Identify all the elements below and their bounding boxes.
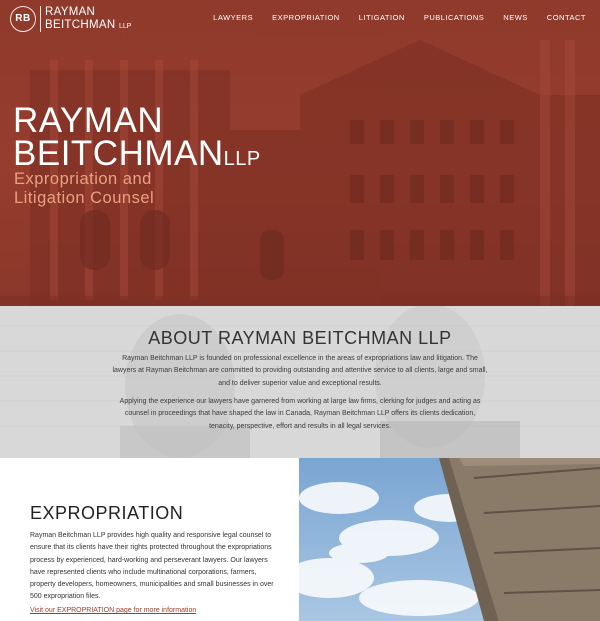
nav-publications[interactable]: PUBLICATIONS <box>424 13 484 22</box>
about-title: ABOUT RAYMAN BEITCHMAN LLP <box>148 328 452 348</box>
nav-news[interactable]: NEWS <box>503 13 528 22</box>
nav-litigation[interactable]: LITIGATION <box>359 13 405 22</box>
nav-expropriation[interactable]: EXPROPRIATION <box>272 13 340 22</box>
about-paragraph-1: Rayman Beitchman LLP is founded on profe… <box>112 355 488 387</box>
overpass-image <box>299 458 600 621</box>
hero-tagline-line-1: Expropriation and <box>14 170 152 188</box>
logo-suffix: LLP <box>118 23 132 30</box>
expropriation-body: Rayman Beitchman LLP provides high quali… <box>30 532 274 601</box>
highway-overpass-photo <box>299 458 600 621</box>
logo-line-2-text: BEITCHMAN <box>45 19 116 31</box>
hero-name-line-1: RAYMAN <box>13 101 164 140</box>
logo-line-2: BEITCHMAN LLP <box>45 19 131 33</box>
hero-section: RB RAYMAN BEITCHMAN LLP LAWYERS EXPROPRI… <box>0 0 600 306</box>
hero-firm-name: RAYMAN BEITCHMANLLP <box>13 101 261 176</box>
hero-tagline: Expropriation and Litigation Counsel <box>14 170 154 208</box>
expropriation-link[interactable]: Visit our EXPROPRIATION page for more in… <box>30 607 196 614</box>
expropriation-section: EXPROPRIATION Rayman Beitchman LLP provi… <box>0 458 299 621</box>
logo-line-1: RAYMAN <box>45 6 96 18</box>
nav-links: LAWYERS EXPROPRIATION LITIGATION PUBLICA… <box>194 13 586 22</box>
logo-mark[interactable]: RB <box>10 6 36 32</box>
logo-divider <box>40 6 41 32</box>
nav-contact[interactable]: CONTACT <box>547 13 586 22</box>
top-navigation: RB RAYMAN BEITCHMAN LLP LAWYERS EXPROPRI… <box>0 0 600 38</box>
about-paragraph-2: Applying the experience our lawyers have… <box>119 398 481 430</box>
hero-name-line-2-text: BEITCHMAN <box>13 134 224 173</box>
nav-lawyers[interactable]: LAWYERS <box>213 13 253 22</box>
expropriation-title: EXPROPRIATION <box>30 503 184 523</box>
hero-name-suffix: LLP <box>223 148 261 170</box>
logo-wordmark[interactable]: RAYMAN BEITCHMAN LLP <box>45 6 131 33</box>
about-section: ABOUT RAYMAN BEITCHMAN LLP Rayman Beitch… <box>0 306 600 458</box>
hero-tagline-line-2: Litigation Counsel <box>14 189 155 207</box>
